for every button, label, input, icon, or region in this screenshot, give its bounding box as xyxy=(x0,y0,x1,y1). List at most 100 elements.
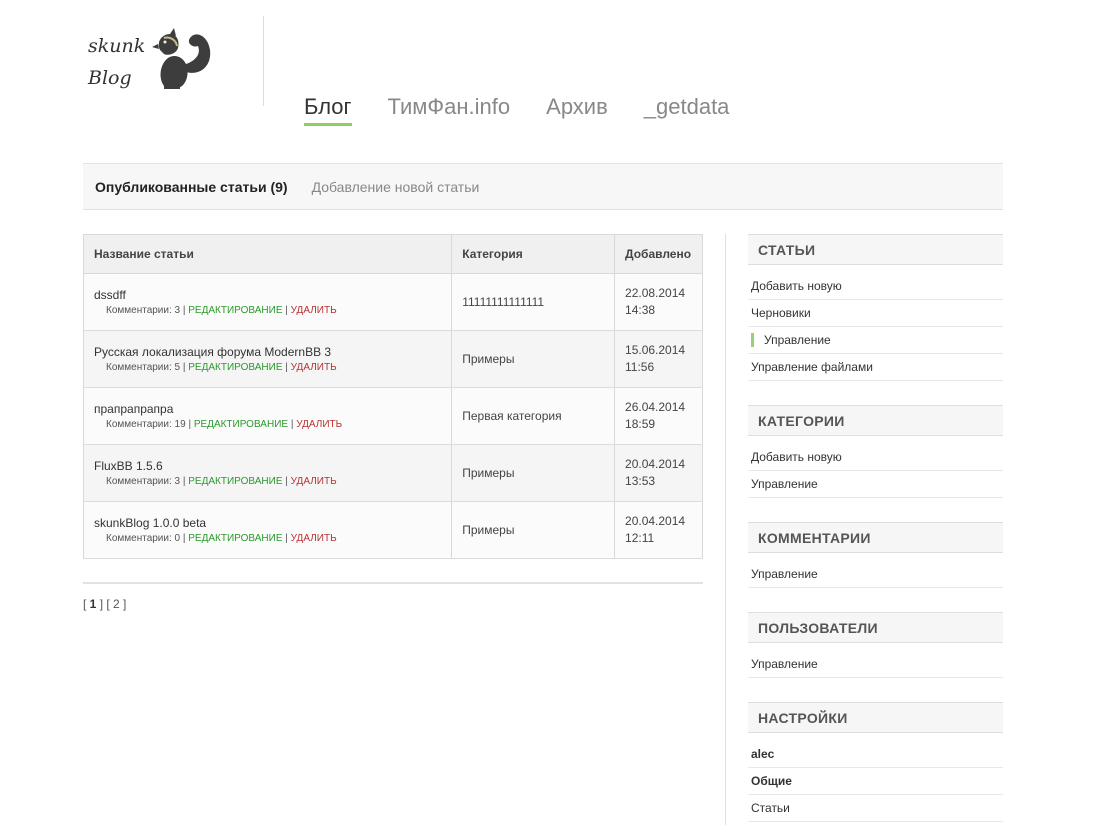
main-nav: Блог ТимФан.info Архив _getdata xyxy=(304,94,765,126)
sidebar-heading: КАТЕГОРИИ xyxy=(748,405,1003,436)
edit-link[interactable]: РЕДАКТИРОВАНИЕ xyxy=(188,362,282,373)
column-header-title: Название статьи xyxy=(83,234,453,274)
site-logo[interactable]: skunk Blog xyxy=(86,28,226,98)
edit-link[interactable]: РЕДАКТИРОВАНИЕ xyxy=(194,419,288,430)
edit-link[interactable]: РЕДАКТИРОВАНИЕ xyxy=(188,533,282,544)
article-meta: Комментарии: 5 | РЕДАКТИРОВАНИЕ | УДАЛИТ… xyxy=(106,362,337,373)
delete-link[interactable]: УДАЛИТЬ xyxy=(296,419,342,430)
category-cell: Первая категория xyxy=(451,387,616,445)
date-cell: 20.04.2014 13:53 xyxy=(614,444,703,502)
edit-link[interactable]: РЕДАКТИРОВАНИЕ xyxy=(188,476,282,487)
category-cell: Примеры xyxy=(451,501,616,559)
article-cell: FluxBB 1.5.6 Комментарии: 3 | РЕДАКТИРОВ… xyxy=(83,444,453,502)
article-meta: Комментарии: 3 | РЕДАКТИРОВАНИЕ | УДАЛИТ… xyxy=(106,476,337,487)
comments-count: 3 xyxy=(174,305,181,316)
edit-link[interactable]: РЕДАКТИРОВАНИЕ xyxy=(188,305,282,316)
sidebar-heading: НАСТРОЙКИ xyxy=(748,702,1003,733)
date-value: 22.08.2014 xyxy=(625,286,686,300)
sidebar-item-settings-general[interactable]: Общие xyxy=(748,768,1003,795)
sidebar-item-manage-files[interactable]: Управление файлами xyxy=(748,354,1003,381)
sidebar-heading: КОММЕНТАРИИ xyxy=(748,522,1003,553)
page-link[interactable]: 2 xyxy=(113,597,120,611)
sidebar-item-settings-articles[interactable]: Статьи xyxy=(748,795,1003,822)
delete-link[interactable]: УДАЛИТЬ xyxy=(291,305,337,316)
column-header-date: Добавлено xyxy=(614,234,703,274)
article-cell: dssdff Комментарии: 3 | РЕДАКТИРОВАНИЕ |… xyxy=(83,273,453,331)
sidebar-item-add-category[interactable]: Добавить новую xyxy=(748,444,1003,471)
active-indicator xyxy=(751,332,754,347)
delete-link[interactable]: УДАЛИТЬ xyxy=(291,362,337,373)
article-meta: Комментарии: 3 | РЕДАКТИРОВАНИЕ | УДАЛИТ… xyxy=(106,305,337,316)
nav-item-blog[interactable]: Блог xyxy=(304,94,352,126)
article-cell: прапрапрапра Комментарии: 19 | РЕДАКТИРО… xyxy=(83,387,453,445)
sidebar-heading: СТАТЬИ xyxy=(748,234,1003,265)
table-header-row: Название статьи Категория Добавлено xyxy=(83,234,703,274)
comments-count: 5 xyxy=(174,362,181,373)
article-title-link[interactable]: FluxBB 1.5.6 xyxy=(94,459,451,473)
delete-link[interactable]: УДАЛИТЬ xyxy=(291,533,337,544)
sidebar-item-manage-articles[interactable]: Управление xyxy=(748,327,1003,354)
article-title-link[interactable]: Русская локализация форума ModernBB 3 xyxy=(94,345,451,359)
delete-link[interactable]: УДАЛИТЬ xyxy=(291,476,337,487)
sidebar-section-articles: СТАТЬИ Добавить новую Черновики Управлен… xyxy=(748,234,1003,381)
article-title-link[interactable]: dssdff xyxy=(94,288,451,302)
articles-table: Название статьи Категория Добавлено dssd… xyxy=(83,234,703,559)
sidebar-item-add-article[interactable]: Добавить новую xyxy=(748,273,1003,300)
sidebar-item-manage-categories[interactable]: Управление xyxy=(748,471,1003,498)
tab-published-articles[interactable]: Опубликованные статьи (9) xyxy=(95,179,288,195)
sidebar-heading: ПОЛЬЗОВАТЕЛИ xyxy=(748,612,1003,643)
date-value: 15.06.2014 xyxy=(625,343,686,357)
column-header-category: Категория xyxy=(451,234,616,274)
article-cell: skunkBlog 1.0.0 beta Комментарии: 0 | РЕ… xyxy=(83,501,453,559)
pager-bracket: [ xyxy=(83,597,90,611)
comments-count: 0 xyxy=(174,533,181,544)
sidebar-section-settings: НАСТРОЙКИ alec Общие Статьи xyxy=(748,702,1003,822)
tab-add-new-article[interactable]: Добавление новой статьи xyxy=(312,179,480,195)
sidebar-item-manage-users[interactable]: Управление xyxy=(748,651,1003,678)
date-cell: 20.04.2014 12:11 xyxy=(614,501,703,559)
date-cell: 15.06.2014 11:56 xyxy=(614,330,703,388)
sidebar-item-settings-user[interactable]: alec xyxy=(748,741,1003,768)
table-row: прапрапрапра Комментарии: 19 | РЕДАКТИРО… xyxy=(83,387,703,445)
article-meta: Комментарии: 0 | РЕДАКТИРОВАНИЕ | УДАЛИТ… xyxy=(106,533,337,544)
table-row: Русская локализация форума ModernBB 3 Ко… xyxy=(83,330,703,388)
sidebar-item-drafts[interactable]: Черновики xyxy=(748,300,1003,327)
time-value: 11:56 xyxy=(625,360,655,374)
nav-item-getdata[interactable]: _getdata xyxy=(644,94,730,126)
table-row: dssdff Комментарии: 3 | РЕДАКТИРОВАНИЕ |… xyxy=(83,273,703,331)
skunk-icon xyxy=(152,28,211,89)
comments-label: Комментарии: xyxy=(106,305,172,316)
article-meta: Комментарии: 19 | РЕДАКТИРОВАНИЕ | УДАЛИ… xyxy=(106,419,343,430)
category-cell: Примеры xyxy=(451,330,616,388)
table-row: FluxBB 1.5.6 Комментарии: 3 | РЕДАКТИРОВ… xyxy=(83,444,703,502)
header-separator xyxy=(263,16,264,106)
time-value: 12:11 xyxy=(625,531,655,545)
comments-count: 3 xyxy=(174,476,181,487)
article-title-link[interactable]: skunkBlog 1.0.0 beta xyxy=(94,516,451,530)
category-cell: 11111111111111 xyxy=(451,273,616,331)
table-footer-divider xyxy=(83,582,703,584)
time-value: 14:38 xyxy=(625,303,656,317)
sidebar-section-users: ПОЛЬЗОВАТЕЛИ Управление xyxy=(748,612,1003,678)
sidebar-item-label: Управление xyxy=(764,333,831,347)
nav-item-timfan[interactable]: ТимФан.info xyxy=(388,94,511,126)
date-cell: 26.04.2014 18:59 xyxy=(614,387,703,445)
article-title-link[interactable]: прапрапрапра xyxy=(94,402,451,416)
pager-bracket: ] xyxy=(119,597,127,611)
logo-line1: skunk xyxy=(88,35,146,57)
date-value: 20.04.2014 xyxy=(625,457,686,471)
sidebar-item-manage-comments[interactable]: Управление xyxy=(748,561,1003,588)
time-value: 13:53 xyxy=(625,474,656,488)
comments-label: Комментарии: xyxy=(106,419,172,430)
sidebar-section-categories: КАТЕГОРИИ Добавить новую Управление xyxy=(748,405,1003,498)
logo-line2: Blog xyxy=(88,67,132,89)
article-cell: Русская локализация форума ModernBB 3 Ко… xyxy=(83,330,453,388)
pager-bracket: ] [ xyxy=(96,597,114,611)
nav-item-archive[interactable]: Архив xyxy=(546,94,608,126)
table-row: skunkBlog 1.0.0 beta Комментарии: 0 | РЕ… xyxy=(83,501,703,559)
logo-text: skunk Blog xyxy=(88,30,145,94)
date-value: 26.04.2014 xyxy=(625,400,686,414)
date-cell: 22.08.2014 14:38 xyxy=(614,273,703,331)
comments-label: Комментарии: xyxy=(106,476,172,487)
time-value: 18:59 xyxy=(625,417,656,431)
